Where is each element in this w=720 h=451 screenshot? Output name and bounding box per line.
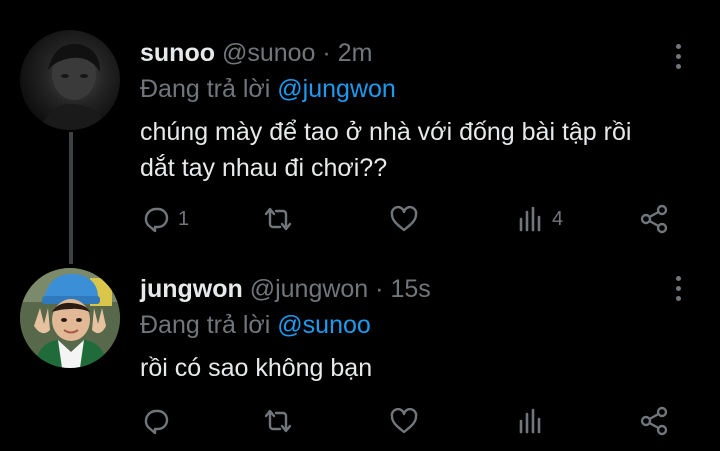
- replying-to: Đang trả lời @sunoo: [140, 310, 660, 340]
- heart-icon: [390, 407, 418, 434]
- user-handle[interactable]: @jungwon: [250, 275, 369, 303]
- thread-line: [69, 132, 73, 264]
- like-button[interactable]: [388, 401, 420, 441]
- more-vertical-icon: [675, 275, 681, 281]
- reply-button[interactable]: 1: [140, 199, 189, 239]
- tweet-text: rồi có sao không bạn: [140, 354, 373, 382]
- avatar-sunoo[interactable]: [20, 30, 120, 130]
- reply-mention-link[interactable]: @jungwon: [277, 75, 396, 103]
- reply-mention-link[interactable]: @sunoo: [277, 311, 371, 339]
- reply-prefix: Đang trả lời: [140, 75, 271, 103]
- more-dot: [675, 63, 681, 69]
- tweet-jungwon[interactable]: jungwon @jungwon · 15s Đang trả lời @sun…: [0, 262, 720, 451]
- display-name[interactable]: jungwon: [140, 275, 243, 303]
- replying-to: Đang trả lời @jungwon: [140, 74, 660, 104]
- action-bar: [0, 401, 720, 441]
- avatar-jungwon[interactable]: [20, 268, 120, 368]
- more-options-button[interactable]: [668, 36, 688, 76]
- tweet-text: chúng mày để tao ở nhà với đống bài tập …: [140, 118, 632, 182]
- retweet-button[interactable]: [262, 401, 294, 441]
- tweet-content: jungwon @jungwon · 15s Đang trả lời @sun…: [140, 274, 660, 386]
- share-button[interactable]: [638, 401, 670, 441]
- more-dot: [675, 295, 681, 301]
- tweet-header: sunoo @sunoo · 2m: [140, 38, 660, 68]
- views-chart-icon: [519, 206, 541, 232]
- tweet-sunoo[interactable]: sunoo @sunoo · 2m Đang trả lời @jungwon …: [0, 0, 720, 264]
- reply-icon: [144, 207, 169, 233]
- share-icon: [640, 204, 668, 234]
- tweet-header: jungwon @jungwon · 15s: [140, 274, 660, 304]
- views-chart-icon: [519, 408, 541, 434]
- more-dot: [675, 53, 681, 59]
- tweet-content: sunoo @sunoo · 2m Đang trả lời @jungwon …: [140, 38, 660, 186]
- avatar-photo: [40, 43, 108, 130]
- display-name[interactable]: sunoo: [140, 39, 215, 67]
- reply-prefix: Đang trả lời: [140, 311, 271, 339]
- user-handle[interactable]: @sunoo: [222, 39, 316, 67]
- more-dot: [675, 285, 681, 291]
- separator-dot: ·: [322, 39, 331, 67]
- more-vertical-icon: [675, 43, 681, 49]
- views-button[interactable]: [514, 401, 552, 441]
- reply-count: 1: [178, 207, 190, 230]
- like-button[interactable]: [388, 199, 420, 239]
- avatar-photo: [20, 268, 120, 368]
- more-options-button[interactable]: [668, 268, 688, 308]
- retweet-button[interactable]: [262, 199, 294, 239]
- timestamp[interactable]: 15s: [390, 275, 430, 303]
- retweet-icon: [264, 409, 292, 433]
- reply-icon: [144, 409, 169, 435]
- action-bar: 1 4: [0, 199, 720, 239]
- view-count: 4: [552, 207, 564, 230]
- share-icon: [640, 406, 668, 436]
- views-button[interactable]: 4: [514, 199, 563, 239]
- timestamp[interactable]: 2m: [338, 39, 373, 67]
- share-button[interactable]: [638, 199, 670, 239]
- separator-dot: ·: [375, 275, 384, 303]
- reply-button[interactable]: [140, 401, 178, 441]
- retweet-icon: [264, 207, 292, 231]
- heart-icon: [390, 205, 418, 232]
